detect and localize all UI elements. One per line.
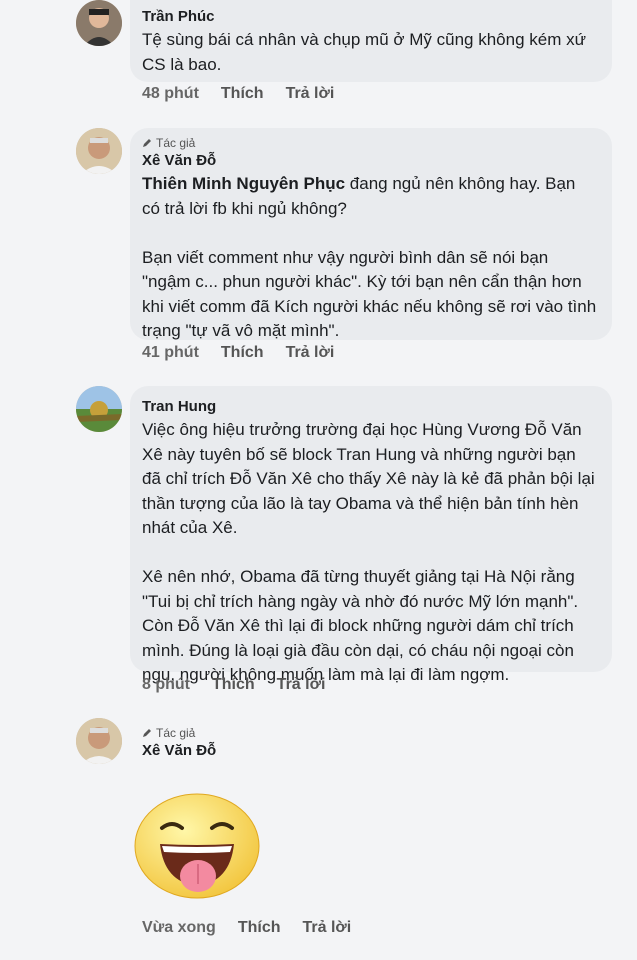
comment-time[interactable]: 48 phút <box>142 85 199 103</box>
comment-author[interactable]: Trần Phúc <box>142 8 612 25</box>
like-button[interactable]: Thích <box>238 919 281 937</box>
comment-bubble: Tran Hung Việc ông hiệu trưởng trường đạ… <box>130 386 612 684</box>
comment-actions: 48 phút Thích Trả lời <box>142 85 334 103</box>
pencil-icon <box>143 729 151 737</box>
reply-button[interactable]: Trả lời <box>286 85 335 103</box>
pencil-icon <box>143 139 151 147</box>
reply-button[interactable]: Trả lời <box>286 344 335 362</box>
comment-actions: 41 phút Thích Trả lời <box>142 344 334 362</box>
comment-bubble: Tác giả Xê Văn Đỗ Thiên Minh Nguyên Phục… <box>130 128 612 340</box>
comment-time[interactable]: Vừa xong <box>142 919 216 937</box>
mention-link[interactable]: Thiên Minh Nguyên Phục <box>142 174 345 193</box>
comment-time[interactable]: 8 phút <box>142 676 190 694</box>
comment-author[interactable]: Tran Hung <box>142 398 612 415</box>
author-badge: Tác giả <box>142 726 216 740</box>
avatar[interactable] <box>76 718 122 764</box>
comment-text: Việc ông hiệu trưởng trường đại học Hùng… <box>142 420 595 684</box>
comment-bubble: Trần Phúc Tệ sùng bái cá nhân và chụp mũ… <box>130 0 612 82</box>
like-button[interactable]: Thích <box>212 676 255 694</box>
comment-author[interactable]: Xê Văn Đỗ <box>142 742 216 759</box>
tongue-out-emoji-sticker[interactable] <box>132 790 262 902</box>
avatar[interactable] <box>76 386 122 432</box>
like-button[interactable]: Thích <box>221 85 264 103</box>
author-badge: Tác giả <box>142 136 612 150</box>
comment-header: Tác giả Xê Văn Đỗ <box>142 726 216 762</box>
comment-body: đang ngủ nên không hay. Bạn có trả lời f… <box>142 174 597 340</box>
avatar[interactable] <box>76 0 122 46</box>
avatar[interactable] <box>76 128 122 174</box>
comment-actions: 8 phút Thích Trả lời <box>142 676 325 694</box>
reply-button[interactable]: Trả lời <box>303 919 352 937</box>
comment-author[interactable]: Xê Văn Đỗ <box>142 152 612 169</box>
author-badge-label: Tác giả <box>156 136 196 150</box>
reply-button[interactable]: Trả lời <box>277 676 326 694</box>
author-badge-label: Tác giả <box>156 726 196 740</box>
like-button[interactable]: Thích <box>221 344 264 362</box>
comment-thread: Trần Phúc Tệ sùng bái cá nhân và chụp mũ… <box>0 0 637 960</box>
comment-text: Tệ sùng bái cá nhân và chụp mũ ở Mỹ cũng… <box>142 30 591 74</box>
comment-time[interactable]: 41 phút <box>142 344 199 362</box>
comment-text: Thiên Minh Nguyên Phục đang ngủ nên khôn… <box>142 172 612 344</box>
comment-actions: Vừa xong Thích Trả lời <box>142 919 351 937</box>
